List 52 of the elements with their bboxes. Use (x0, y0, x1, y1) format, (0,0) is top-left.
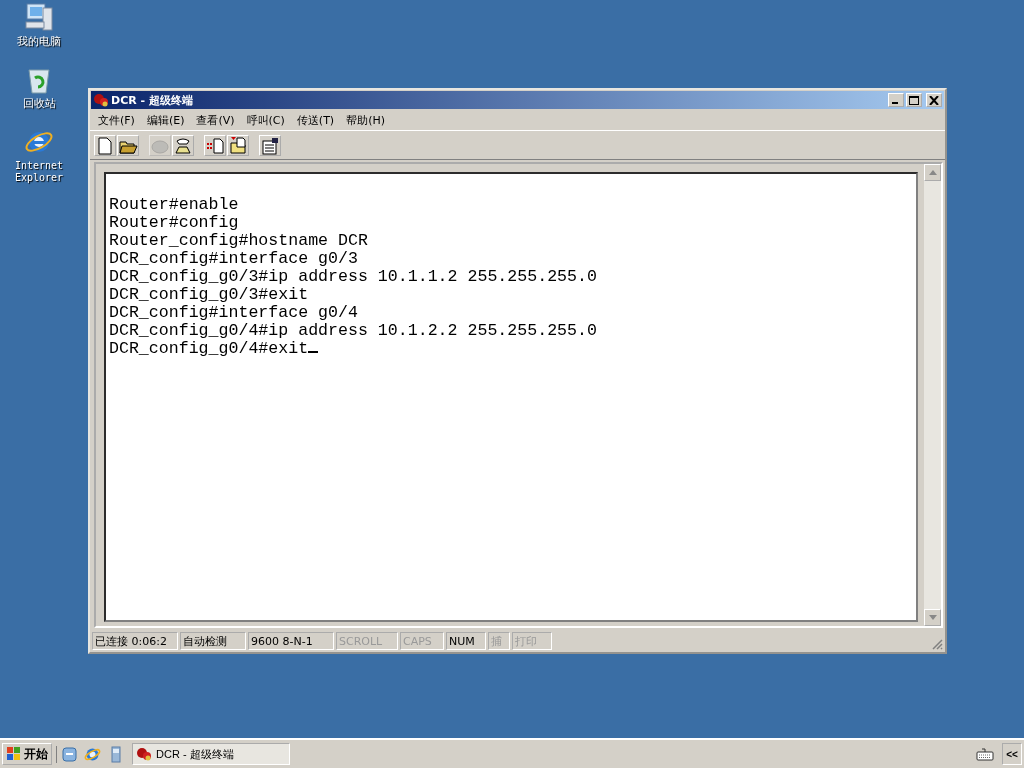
toolbar-button[interactable] (227, 134, 249, 156)
scroll-up-button[interactable] (924, 164, 941, 181)
folder-icon (228, 135, 248, 155)
status-panel: 9600 8-N-1 (248, 632, 334, 650)
close-button[interactable] (926, 93, 942, 107)
keyboard-icon[interactable] (976, 747, 994, 761)
terminal-line: DCR_config_g0/4#exit (109, 339, 309, 358)
menu-item[interactable]: 传送(T) (290, 112, 341, 128)
status-panel: CAPS (400, 632, 444, 650)
terminal-line: DCR_config#interface g0/3 (109, 249, 358, 268)
minimize-icon (892, 102, 898, 104)
vertical-scrollbar[interactable] (924, 164, 941, 626)
close-icon (929, 95, 939, 105)
flag-icon (6, 746, 22, 762)
desktop-icon-label[interactable]: Internet Explorer (9, 160, 69, 184)
page-icon (95, 135, 115, 155)
menu-item[interactable]: 文件(F) (92, 112, 141, 128)
toolbar-button[interactable] (259, 134, 281, 156)
menu-item[interactable]: 编辑(E) (140, 112, 191, 128)
terminal-line: DCR_config_g0/3#ip address 10.1.1.2 255.255.255.0 (109, 267, 597, 286)
app-icon (93, 92, 109, 108)
menu-item[interactable]: 帮助(H) (340, 112, 391, 128)
terminal-line: Router#enable (109, 195, 239, 214)
maximize-button[interactable] (906, 93, 922, 107)
app-icon (136, 746, 152, 762)
up-arrow-icon (928, 170, 937, 175)
desktop-icon-label[interactable]: 回收站 (22, 98, 56, 110)
taskbar-button[interactable]: DCR - 超级终端 (132, 743, 290, 765)
desktop-icon-label[interactable]: 我的电脑 (17, 36, 61, 48)
menu-item[interactable]: 查看(V) (190, 112, 241, 128)
expand-tray-button[interactable]: << (1002, 743, 1022, 765)
document-icon (260, 135, 280, 155)
maximize-icon (909, 95, 919, 105)
terminal-line: Router#config (109, 213, 239, 232)
menu-item[interactable]: 呼叫(C) (240, 112, 291, 128)
status-panel: NUM (446, 632, 486, 650)
terminal-line: Router_config#hostname DCR (109, 231, 368, 250)
toolbar-button[interactable] (117, 134, 139, 156)
resize-grip-icon[interactable] (931, 638, 943, 650)
status-panel: 已连接 0:06:2 (92, 632, 178, 650)
terminal-line: DCR_config#interface g0/4 (109, 303, 358, 322)
terminal-line: DCR_config_g0/4#ip address 10.1.2.2 255.255.255.0 (109, 321, 597, 340)
start-button[interactable]: 开始 (2, 743, 52, 765)
window-title: DCR - 超级终端 (111, 92, 194, 108)
status-panel: 自动检测 (180, 632, 246, 650)
terminal-line: DCR_config_g0/3#exit (109, 285, 309, 304)
status-panel: SCROLL (336, 632, 398, 650)
minimize-button[interactable] (888, 93, 904, 107)
down-arrow-icon (928, 615, 937, 620)
scroll-down-button[interactable] (924, 609, 941, 626)
page-icon (205, 135, 225, 155)
terminal-screen[interactable] (104, 172, 918, 622)
